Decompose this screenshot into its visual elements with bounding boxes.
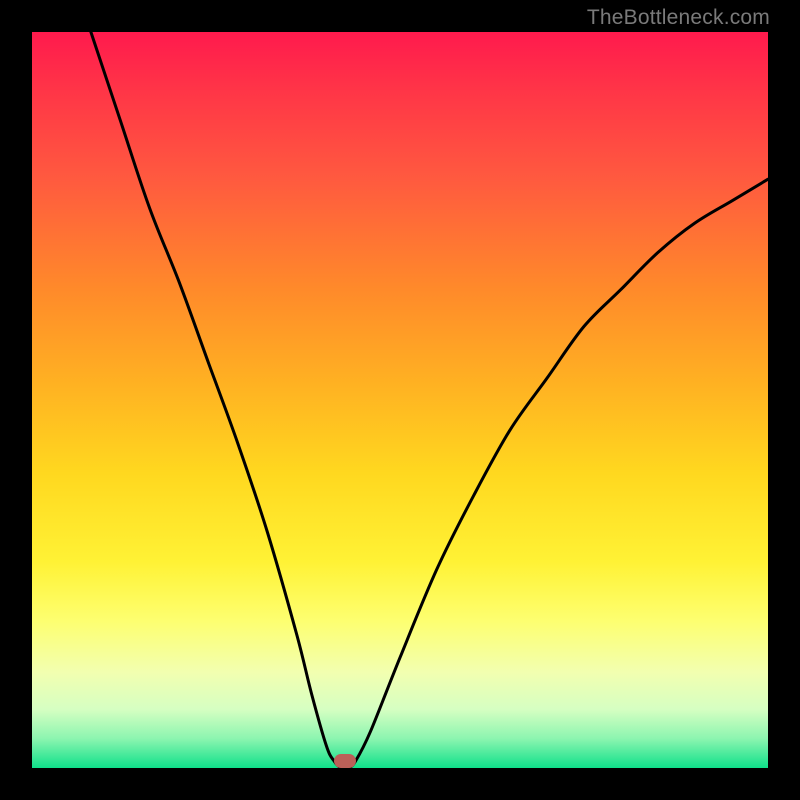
attribution-text: TheBottleneck.com (587, 6, 770, 30)
bottleneck-curve (91, 32, 768, 769)
optimum-marker (334, 754, 356, 768)
chart-frame: TheBottleneck.com (0, 0, 800, 800)
curve-layer (32, 32, 768, 768)
plot-area (32, 32, 768, 768)
